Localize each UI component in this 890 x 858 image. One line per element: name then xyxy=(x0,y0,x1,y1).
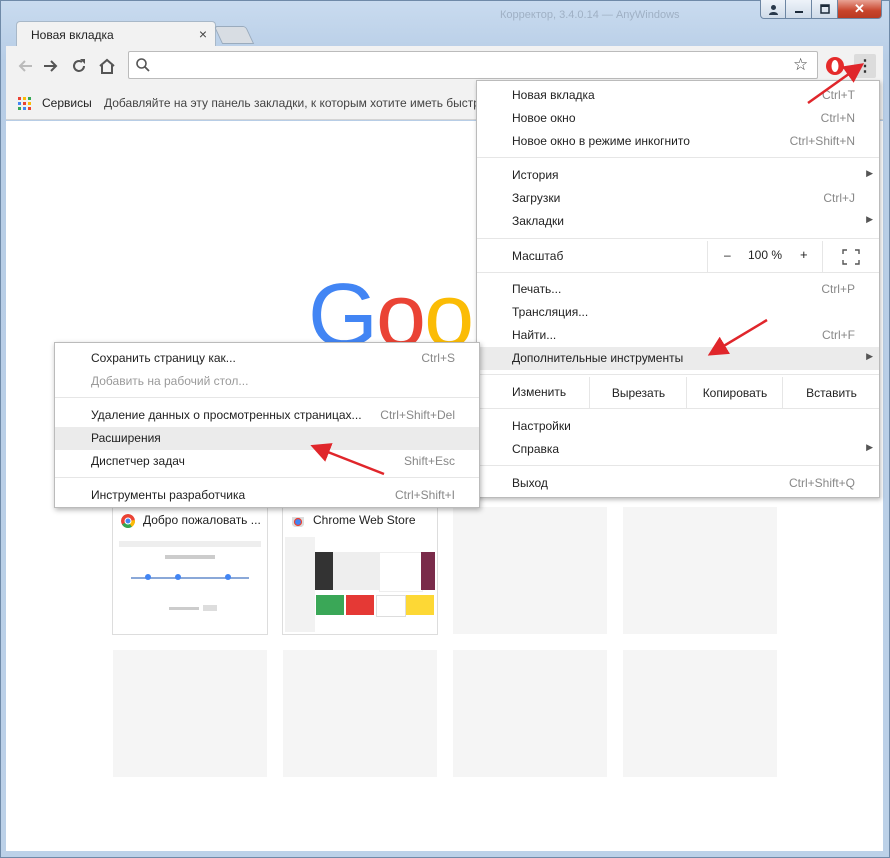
window-controls: ✕ xyxy=(760,0,882,20)
search-icon xyxy=(136,58,150,72)
submenu-item-task-manager[interactable]: Диспетчер задач Shift+Esc xyxy=(55,450,479,473)
zoom-out-button[interactable]: – xyxy=(724,248,731,262)
menu-item-find[interactable]: Найти... Ctrl+F xyxy=(477,324,879,347)
window-title-hint: Корректор, 3.4.0.14 — AnyWindows xyxy=(500,9,680,21)
menu-item-settings[interactable]: Настройки xyxy=(477,415,879,438)
apps-shortcut[interactable]: Сервисы xyxy=(42,96,92,110)
user-icon[interactable] xyxy=(760,0,786,19)
menu-item-history[interactable]: История ▶ xyxy=(477,164,879,187)
zoom-level: 100 % xyxy=(748,248,783,262)
empty-tile xyxy=(623,507,777,634)
maximize-button[interactable] xyxy=(812,0,838,19)
submenu-item-dev-tools[interactable]: Инструменты разработчика Ctrl+Shift+I xyxy=(55,484,479,507)
chevron-right-icon: ▶ xyxy=(866,351,873,361)
menu-divider xyxy=(55,397,479,398)
most-visited-tile[interactable]: Chrome Web Store xyxy=(283,507,437,634)
tab-title: Новая вкладка xyxy=(31,28,114,42)
fullscreen-icon[interactable] xyxy=(822,241,880,273)
menu-item-print[interactable]: Печать... Ctrl+P xyxy=(477,278,879,301)
menu-divider xyxy=(477,238,879,239)
chrome-favicon-icon xyxy=(121,514,135,528)
star-icon[interactable]: ☆ xyxy=(793,55,808,75)
menu-divider xyxy=(477,374,879,375)
tile-thumbnail xyxy=(285,537,435,632)
apps-grid-icon[interactable] xyxy=(18,97,31,110)
close-button[interactable]: ✕ xyxy=(838,0,882,19)
menu-item-downloads[interactable]: Загрузки Ctrl+J xyxy=(477,187,879,210)
tile-title: Добро пожаловать ... xyxy=(143,513,261,527)
submenu-item-save-page[interactable]: Сохранить страницу как... Ctrl+S xyxy=(55,347,479,370)
zoom-controls: – 100 % + xyxy=(707,241,823,273)
cut-button[interactable]: Вырезать xyxy=(589,377,687,409)
empty-tile xyxy=(453,507,607,634)
tab-close-icon[interactable]: × xyxy=(199,26,207,42)
menu-divider xyxy=(477,465,879,466)
bookmarks-hint: Добавляйте на эту панель закладки, к кот… xyxy=(104,96,480,110)
paste-button[interactable]: Вставить xyxy=(782,377,880,409)
menu-item-bookmarks[interactable]: Закладки ▶ xyxy=(477,210,879,233)
most-visited-tile[interactable]: Добро пожаловать ... xyxy=(113,507,267,634)
tile-thumbnail xyxy=(115,537,265,632)
chevron-right-icon: ▶ xyxy=(866,168,873,178)
opera-icon[interactable] xyxy=(824,55,846,77)
webstore-favicon-icon xyxy=(292,517,304,527)
chrome-main-menu: Новая вкладка Ctrl+T Новое окно Ctrl+N Нов… xyxy=(476,80,880,498)
menu-item-cast[interactable]: Трансляция... xyxy=(477,301,879,324)
chevron-right-icon: ▶ xyxy=(866,442,873,452)
more-tools-submenu: Сохранить страницу как... Ctrl+S Добавить… xyxy=(54,342,480,508)
tab-new-tab[interactable]: Новая вкладка × xyxy=(16,21,216,47)
menu-row-zoom: Масштаб – 100 % + xyxy=(477,241,879,273)
empty-tile xyxy=(113,650,267,777)
empty-tile xyxy=(623,650,777,777)
menu-divider xyxy=(477,408,879,409)
kebab-menu-icon[interactable]: ⋮ xyxy=(854,54,876,78)
menu-divider xyxy=(477,272,879,273)
forward-icon[interactable] xyxy=(40,55,62,77)
empty-tile xyxy=(283,650,437,777)
chevron-right-icon: ▶ xyxy=(866,214,873,224)
zoom-in-button[interactable]: + xyxy=(800,247,808,262)
menu-item-more-tools[interactable]: Дополнительные инструменты ▶ xyxy=(477,347,879,370)
menu-item-incognito[interactable]: Новое окно в режиме инкогнито Ctrl+Shift+… xyxy=(477,130,879,153)
minimize-button[interactable] xyxy=(786,0,812,19)
menu-row-edit: Изменить Вырезать Копировать Вставить xyxy=(477,377,879,409)
menu-divider xyxy=(55,477,479,478)
reload-icon[interactable] xyxy=(68,55,90,77)
menu-item-new-window[interactable]: Новое окно Ctrl+N xyxy=(477,107,879,130)
back-icon[interactable] xyxy=(14,55,36,77)
omnibox[interactable]: ☆ xyxy=(128,51,818,79)
menu-item-new-tab[interactable]: Новая вкладка Ctrl+T xyxy=(477,84,879,107)
copy-button[interactable]: Копировать xyxy=(686,377,783,409)
menu-divider xyxy=(477,157,879,158)
tile-title: Chrome Web Store xyxy=(313,513,416,527)
empty-tile xyxy=(453,650,607,777)
submenu-item-clear-data[interactable]: Удаление данных о просмотренных страница… xyxy=(55,404,479,427)
submenu-item-extensions[interactable]: Расширения xyxy=(55,427,479,450)
menu-item-help[interactable]: Справка ▶ xyxy=(477,438,879,461)
menu-item-exit[interactable]: Выход Ctrl+Shift+Q xyxy=(477,472,879,495)
submenu-item-add-to-desktop[interactable]: Добавить на рабочий стол... xyxy=(55,370,479,393)
home-icon[interactable] xyxy=(96,55,118,77)
